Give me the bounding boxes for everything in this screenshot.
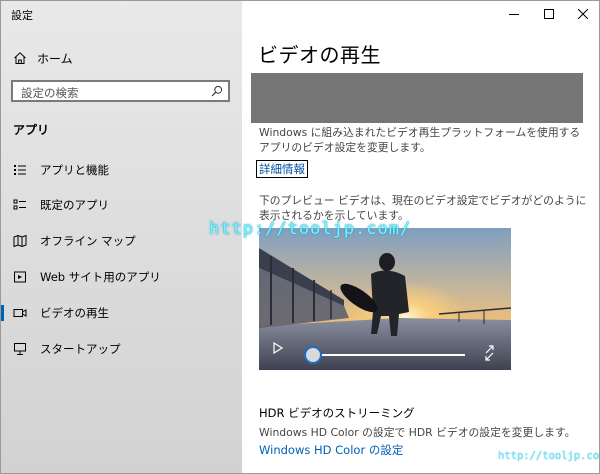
home-icon — [14, 52, 26, 64]
sidebar-item-label: アプリと機能 — [40, 163, 109, 177]
page-title: ビデオの再生 — [258, 43, 381, 67]
search-icon — [211, 85, 223, 97]
search-input[interactable]: 設定の検索 — [11, 80, 230, 102]
offline-map-icon — [13, 234, 27, 248]
sidebar-item-default-apps[interactable]: 既定のアプリ — [1, 194, 242, 216]
close-button[interactable] — [564, 1, 599, 27]
web-apps-icon — [14, 271, 26, 283]
active-indicator — [1, 305, 4, 321]
apps-list-icon — [14, 165, 26, 175]
sidebar-item-label: オフライン マップ — [40, 234, 136, 248]
watermark-small: http://tooljp.com — [498, 450, 600, 462]
watermark-text: http://tooljp.com/ — [209, 219, 412, 239]
sidebar: 設定 ホーム 設定の検索 アプリ アプリと機能 既定のアプリ オフライン マップ… — [1, 1, 242, 473]
default-apps-icon — [13, 199, 26, 210]
minimize-icon — [509, 14, 519, 15]
hdr-description: Windows HD Color の設定で HDR ビデオの設定を変更します。 — [259, 426, 576, 439]
settings-window: 設定 ホーム 設定の検索 アプリ アプリと機能 既定のアプリ オフライン マップ… — [0, 0, 600, 474]
video-frame — [259, 228, 511, 370]
sidebar-item-label: ビデオの再生 — [40, 306, 109, 320]
window-title: 設定 — [11, 9, 33, 22]
more-info-link[interactable]: 詳細情報 — [256, 160, 308, 178]
section-title-apps: アプリ — [13, 123, 50, 137]
video-playback-icon — [13, 309, 27, 317]
maximize-icon — [544, 9, 554, 19]
sidebar-item-web-apps[interactable]: Web サイト用のアプリ — [1, 266, 242, 288]
sidebar-item-offline-maps[interactable]: オフライン マップ — [1, 230, 242, 252]
startup-icon — [14, 343, 26, 355]
sidebar-item-label: 既定のアプリ — [40, 198, 109, 212]
sidebar-item-label: スタートアップ — [40, 342, 121, 356]
redacted-area — [251, 73, 583, 123]
sidebar-item-startup[interactable]: スタートアップ — [1, 338, 242, 360]
seek-thumb — [304, 346, 322, 364]
sidebar-item-apps-features[interactable]: アプリと機能 — [1, 159, 242, 181]
home-label: ホーム — [37, 51, 73, 66]
sidebar-item-label: Web サイト用のアプリ — [40, 270, 161, 284]
hdr-settings-link[interactable]: Windows HD Color の設定 — [259, 442, 403, 458]
close-icon — [578, 9, 588, 19]
page-description: Windows に組み込まれたビデオ再生プラットフォームを使用するアプリのビデオ… — [259, 126, 581, 154]
maximize-button[interactable] — [530, 1, 568, 27]
home-nav-item[interactable]: ホーム — [13, 49, 73, 67]
sidebar-item-video-playback[interactable]: ビデオの再生 — [1, 302, 242, 324]
hdr-section-title: HDR ビデオのストリーミング — [259, 406, 415, 420]
search-placeholder: 設定の検索 — [21, 86, 79, 100]
preview-video[interactable] — [259, 228, 511, 370]
minimize-button[interactable] — [495, 1, 533, 27]
